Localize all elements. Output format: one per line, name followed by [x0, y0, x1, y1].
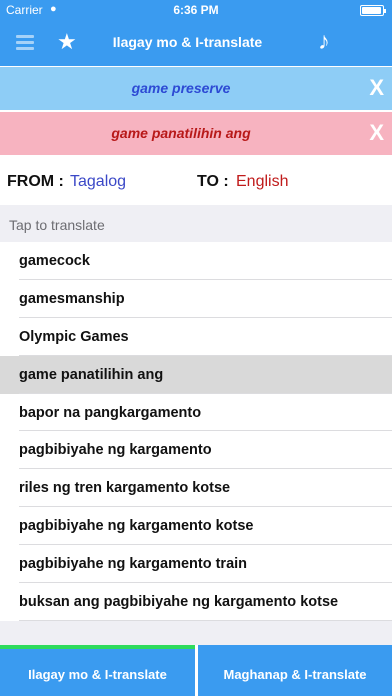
list-item[interactable]: riles ng tren kargamento kotse — [0, 469, 392, 508]
source-text-bar[interactable]: game preserve X — [0, 67, 392, 110]
nav-bar: ★ Ilagay mo & I-translate ♪ — [0, 20, 392, 66]
star-icon[interactable]: ★ — [57, 29, 77, 55]
list-item[interactable]: gamesmanship — [0, 279, 392, 318]
list-item[interactable]: pagbibiyahe ng kargamento — [0, 431, 392, 470]
list-item[interactable]: buksan ang pagbibiyahe ng kargamento kot… — [0, 583, 392, 621]
to-language-selector[interactable]: English — [236, 173, 288, 191]
from-label: FROM : — [7, 173, 64, 190]
tab-search-translate[interactable]: Maghanap & I-translate — [198, 645, 392, 696]
clear-result-button[interactable]: X — [369, 120, 384, 146]
status-bar: Carrier ● 6:36 PM — [0, 0, 392, 20]
list-item[interactable]: pagbibiyahe ng kargamento kotse — [0, 507, 392, 546]
to-label: TO : — [197, 173, 229, 190]
list-item[interactable]: gamecock — [0, 242, 392, 280]
list-item[interactable]: Olympic Games — [0, 317, 392, 356]
nav-title: Ilagay mo & I-translate — [112, 34, 263, 50]
from-language-selector[interactable]: Tagalog — [70, 173, 126, 191]
suggestion-list: Tap to translate gamecock gamesmanship O… — [0, 205, 392, 645]
music-note-icon[interactable]: ♪ — [318, 28, 330, 56]
battery-icon — [360, 5, 386, 16]
bottom-tab-bar: Ilagay mo & I-translate Maghanap & I-tra… — [0, 645, 392, 696]
menu-icon[interactable] — [16, 35, 34, 51]
translation-result-bar[interactable]: game panatilihin ang X — [0, 112, 392, 155]
tab-enter-translate[interactable]: Ilagay mo & I-translate — [0, 645, 195, 696]
list-header: Tap to translate — [9, 217, 105, 233]
list-item[interactable]: pagbibiyahe ng kargamento train — [0, 545, 392, 584]
status-time: 6:36 PM — [173, 3, 219, 17]
translation-text: game panatilihin ang — [111, 125, 251, 141]
list-item-selected[interactable]: game panatilihin ang — [0, 355, 392, 394]
clear-source-button[interactable]: X — [369, 75, 384, 101]
language-selector-row: FROM : Tagalog TO : English — [0, 162, 392, 202]
list-item[interactable]: bapor na pangkargamento — [0, 393, 392, 432]
source-text: game preserve — [131, 80, 231, 96]
